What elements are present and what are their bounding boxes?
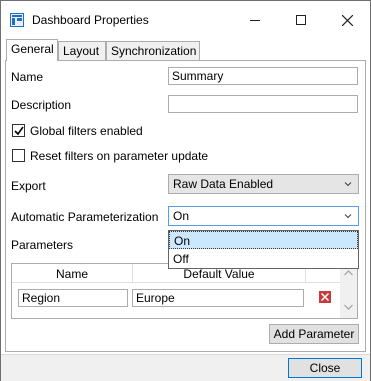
delete-x-icon (321, 293, 329, 301)
scroll-up-icon[interactable] (344, 270, 353, 276)
delete-parameter-button[interactable] (319, 291, 331, 303)
dropdown-option-on[interactable]: On (169, 231, 358, 249)
name-label: Name (11, 70, 44, 84)
export-combobox[interactable]: Raw Data Enabled (168, 174, 359, 194)
global-filters-label: Global filters enabled (30, 124, 143, 138)
grid-vertical-scrollbar[interactable] (340, 264, 357, 318)
parameters-grid: Name Default Value Region Europe (11, 263, 358, 319)
close-window-button[interactable] (324, 1, 370, 39)
global-filters-checkbox[interactable] (12, 124, 25, 137)
dropdown-option-off[interactable]: Off (169, 250, 358, 268)
parameters-label: Parameters (11, 238, 74, 252)
title-bar[interactable]: Dashboard Properties (1, 1, 370, 39)
chevron-down-icon (344, 182, 352, 187)
close-button[interactable]: Close (288, 358, 362, 378)
dashboard-properties-window: Dashboard Properties General Layout Sync… (0, 0, 371, 381)
column-header-name[interactable]: Name (12, 267, 132, 281)
reset-filters-checkbox[interactable] (12, 149, 25, 162)
auto-param-label: Automatic Parameterization (11, 210, 159, 224)
auto-param-selected-value: On (173, 209, 190, 223)
auto-param-dropdown-list: On Off (168, 230, 359, 269)
auto-param-combobox[interactable]: On (168, 206, 359, 226)
param-default-value-cell[interactable]: Europe (132, 289, 304, 307)
dialog-body: General Layout Synchronization Name Summ… (1, 39, 370, 381)
description-label: Description (11, 98, 72, 112)
checkmark-icon (14, 126, 24, 136)
add-parameter-button[interactable]: Add Parameter (269, 324, 359, 344)
reset-filters-label: Reset filters on parameter update (30, 149, 209, 163)
minimize-button[interactable] (232, 1, 278, 39)
name-field[interactable]: Summary (168, 67, 358, 85)
column-header-default-value[interactable]: Default Value (133, 267, 305, 281)
maximize-icon (296, 15, 306, 25)
dialog-footer: Close (1, 354, 370, 381)
scroll-down-icon[interactable] (344, 304, 353, 310)
window-title: Dashboard Properties (32, 13, 149, 27)
minimize-icon (250, 19, 260, 21)
export-selected-value: Raw Data Enabled (173, 177, 274, 191)
tab-synchronization[interactable]: Synchronization (106, 41, 200, 61)
param-name-cell[interactable]: Region (18, 289, 128, 307)
tab-general[interactable]: General (6, 39, 58, 61)
export-label: Export (11, 179, 46, 193)
maximize-button[interactable] (278, 1, 324, 39)
description-field[interactable] (168, 95, 358, 113)
close-icon (341, 14, 353, 26)
dashboard-app-icon (10, 13, 24, 27)
chevron-down-icon (344, 214, 352, 219)
tab-layout[interactable]: Layout (58, 41, 106, 61)
